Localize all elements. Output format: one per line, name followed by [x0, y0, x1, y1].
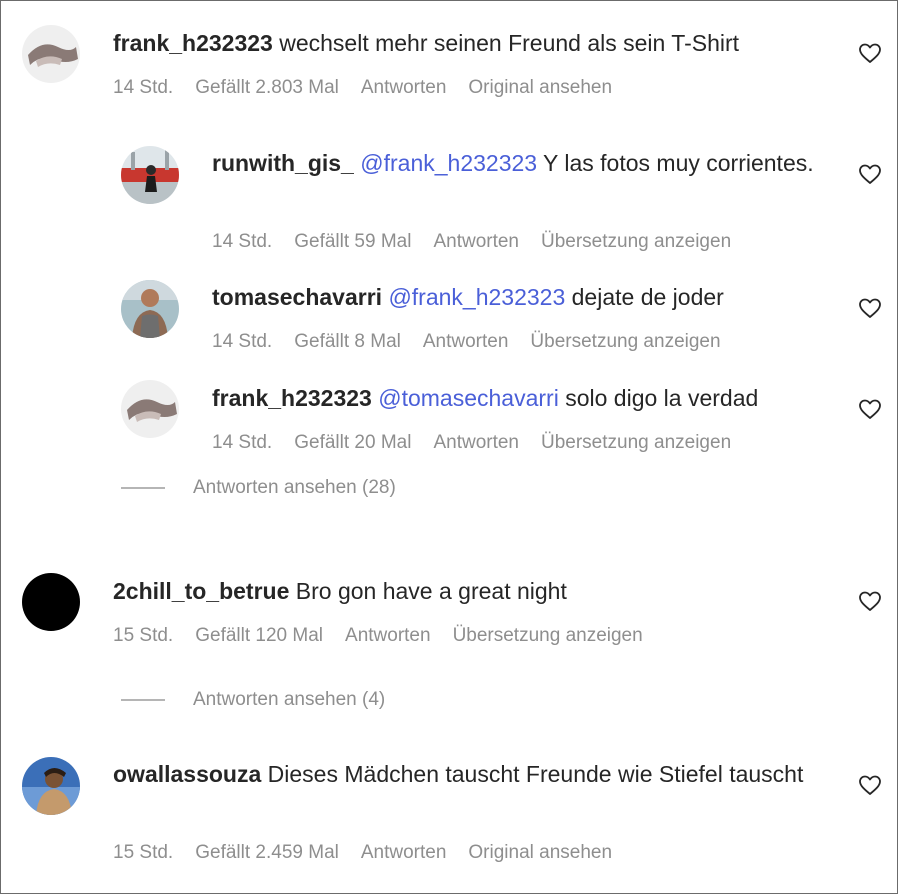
avatar[interactable] [121, 280, 179, 338]
avatar-image [22, 25, 80, 83]
avatar-image [121, 146, 179, 204]
username-link[interactable]: runwith_gis_ [212, 150, 354, 176]
likes-count[interactable]: Gefällt 120 Mal [195, 625, 323, 647]
comment-meta: 14 Std. Gefällt 20 Mal Antworten Überset… [212, 432, 731, 454]
comment-text: runwith_gis_ @frank_h232323 Y las fotos … [212, 147, 832, 180]
like-heart-icon[interactable] [858, 773, 882, 797]
username-link[interactable]: owallassouza [113, 761, 261, 787]
comment-body: Y las fotos muy corrientes. [543, 150, 814, 176]
timestamp: 15 Std. [113, 842, 174, 863]
comment-text: tomasechavarri @frank_h232323 dejate de … [212, 281, 832, 314]
username-link[interactable]: tomasechavarri [212, 284, 382, 310]
username-link[interactable]: 2chill_to_betrue [113, 578, 289, 604]
mention-link[interactable]: @frank_h232323 [360, 150, 537, 176]
likes-count[interactable]: Gefällt 2.459 Mal [195, 842, 339, 864]
reply-button[interactable]: Antworten [361, 842, 447, 864]
comment-body: wechselt mehr seinen Freund als sein T-S… [279, 30, 740, 56]
like-heart-icon[interactable] [858, 397, 882, 421]
show-translation-button[interactable]: Übersetzung anzeigen [541, 432, 731, 454]
likes-count[interactable]: Gefällt 2.803 Mal [195, 77, 339, 99]
username-link[interactable]: frank_h232323 [212, 385, 372, 411]
comment-meta: 15 Std. Gefällt 120 Mal Antworten Überse… [113, 625, 643, 647]
timestamp: 14 Std. [212, 331, 273, 352]
comment-meta: 14 Std. Gefällt 8 Mal Antworten Übersetz… [212, 331, 721, 353]
avatar-image [22, 573, 80, 631]
reply-button[interactable]: Antworten [361, 77, 447, 99]
comment-meta: 14 Std. Gefällt 59 Mal Antworten Überset… [212, 231, 731, 253]
show-translation-button[interactable]: Übersetzung anzeigen [453, 625, 643, 647]
avatar[interactable] [22, 757, 80, 815]
view-replies-button[interactable]: Antworten ansehen (28) [121, 477, 396, 499]
likes-count[interactable]: Gefällt 20 Mal [294, 432, 411, 454]
timestamp: 14 Std. [212, 432, 273, 453]
mention-link[interactable]: @frank_h232323 [388, 284, 565, 310]
reply-button[interactable]: Antworten [345, 625, 431, 647]
show-translation-button[interactable]: Übersetzung anzeigen [541, 231, 731, 253]
comment-text: owallassouza Dieses Mädchen tauscht Freu… [113, 758, 833, 791]
divider-line [121, 699, 165, 701]
comment-body: Bro gon have a great night [295, 578, 567, 604]
timestamp: 15 Std. [113, 625, 174, 646]
avatar[interactable] [121, 146, 179, 204]
comment-text: frank_h232323 wechselt mehr seinen Freun… [113, 27, 833, 60]
reply-button[interactable]: Antworten [423, 331, 509, 353]
divider-line [121, 487, 165, 489]
comment-text: 2chill_to_betrue Bro gon have a great ni… [113, 575, 833, 608]
like-heart-icon[interactable] [858, 41, 882, 65]
like-heart-icon[interactable] [858, 162, 882, 186]
avatar[interactable] [121, 380, 179, 438]
see-original-button[interactable]: Original ansehen [468, 842, 612, 864]
reply-button[interactable]: Antworten [433, 432, 519, 454]
likes-count[interactable]: Gefällt 59 Mal [294, 231, 411, 253]
reply-button[interactable]: Antworten [433, 231, 519, 253]
view-replies-button[interactable]: Antworten ansehen (4) [121, 689, 385, 711]
timestamp: 14 Std. [212, 231, 273, 252]
avatar[interactable] [22, 25, 80, 83]
comment-body: Dieses Mädchen tauscht Freunde wie Stief… [267, 761, 804, 787]
like-heart-icon[interactable] [858, 589, 882, 613]
comment-meta: 15 Std. Gefällt 2.459 Mal Antworten Orig… [113, 842, 612, 864]
comment-meta: 14 Std. Gefällt 2.803 Mal Antworten Orig… [113, 77, 612, 99]
avatar-image [121, 280, 179, 338]
like-heart-icon[interactable] [858, 296, 882, 320]
mention-link[interactable]: @tomasechavarri [378, 385, 559, 411]
timestamp: 14 Std. [113, 77, 174, 98]
username-link[interactable]: frank_h232323 [113, 30, 273, 56]
comment-body: solo digo la verdad [565, 385, 759, 411]
likes-count[interactable]: Gefällt 8 Mal [294, 331, 401, 353]
see-original-button[interactable]: Original ansehen [468, 77, 612, 99]
show-translation-button[interactable]: Übersetzung anzeigen [530, 331, 720, 353]
view-replies-label: Antworten ansehen (28) [193, 477, 396, 498]
comment-text: frank_h232323 @tomasechavarri solo digo … [212, 382, 832, 415]
avatar[interactable] [22, 573, 80, 631]
avatar-image [121, 380, 179, 438]
view-replies-label: Antworten ansehen (4) [193, 689, 386, 710]
comment-body: dejate de joder [571, 284, 724, 310]
avatar-image [22, 757, 80, 815]
